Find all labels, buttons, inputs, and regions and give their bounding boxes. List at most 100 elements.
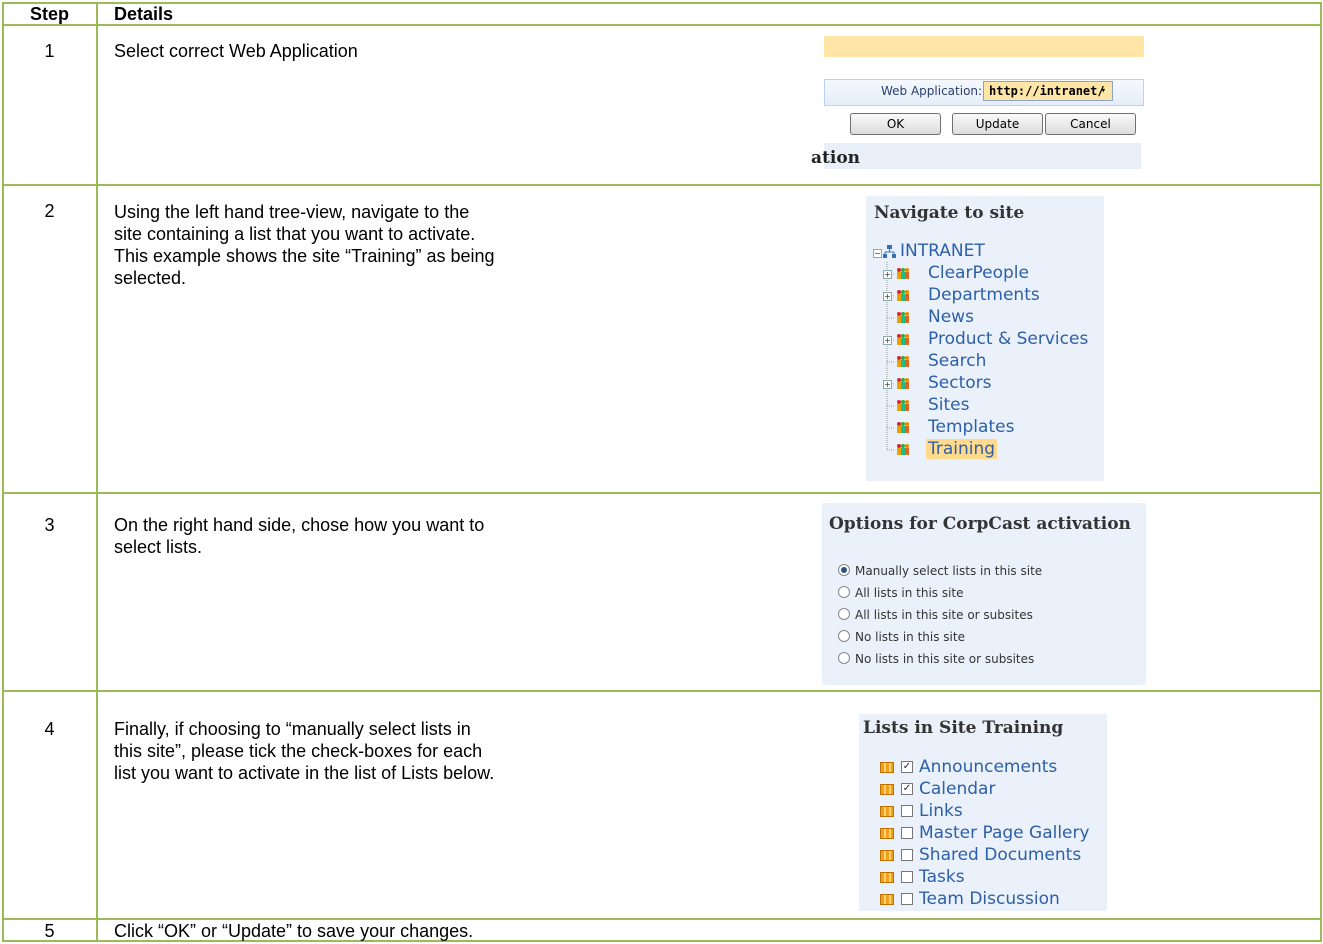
- step-4-text-line: this site”, please tick the check-boxes …: [114, 741, 483, 761]
- list-item-label: Team Discussion: [919, 889, 1060, 909]
- step-3-text-line: On the right hand side, chose how you wa…: [114, 515, 485, 535]
- network-icon: [883, 245, 896, 258]
- step-2-text-line: This example shows the site “Training” a…: [114, 246, 495, 266]
- panel-heading: Lists in Site Training: [863, 718, 1064, 738]
- tree-item-label: ClearPeople: [928, 263, 1029, 283]
- list-icon: [880, 894, 894, 905]
- plus-icon[interactable]: +: [883, 380, 892, 389]
- header-divider: [2, 24, 1320, 26]
- list-item-label: Links: [919, 801, 963, 821]
- activation-option[interactable]: No lists in this site or subsites: [838, 652, 1034, 666]
- option-label: All lists in this site: [855, 586, 964, 600]
- panel-heading: Options for CorpCast activation: [829, 514, 1131, 534]
- step-2-text-line: site containing a list that you want to …: [114, 224, 476, 244]
- tree-item-label: Sites: [928, 395, 970, 415]
- checkbox[interactable]: [901, 805, 913, 817]
- step-number: 1: [44, 41, 55, 61]
- activation-option[interactable]: Manually select lists in this site: [838, 564, 1042, 578]
- section-header-bar: [824, 143, 1141, 169]
- list-icon: [880, 850, 894, 861]
- step-number: 5: [44, 921, 55, 941]
- radio-button[interactable]: [838, 564, 850, 576]
- option-label: All lists in this site or subsites: [855, 608, 1033, 622]
- list-icon: [880, 872, 894, 883]
- list-icon: [880, 762, 894, 773]
- web-application-label: Web Application:: [881, 84, 983, 98]
- activation-option[interactable]: All lists in this site: [838, 586, 964, 600]
- tree-item-label: Sectors: [928, 373, 992, 393]
- checkbox[interactable]: [901, 893, 913, 905]
- highlight-band: [824, 36, 1144, 57]
- site-people-icon: [897, 334, 909, 345]
- step-5-text: Click “OK” or “Update” to save your chan…: [114, 921, 474, 941]
- radio-button[interactable]: [838, 652, 850, 664]
- chevron-down-icon: ▾: [1100, 86, 1106, 96]
- step-number: 3: [44, 515, 55, 535]
- radio-button[interactable]: [838, 586, 850, 598]
- list-item-label: Tasks: [919, 867, 965, 887]
- web-application-select[interactable]: http://intranet/ ▾: [983, 81, 1113, 101]
- row-divider-2: [2, 492, 1320, 494]
- plus-icon[interactable]: +: [883, 336, 892, 345]
- activation-option[interactable]: All lists in this site or subsites: [838, 608, 1033, 622]
- option-label: No lists in this site or subsites: [855, 652, 1035, 666]
- site-people-icon: [897, 268, 909, 279]
- minus-icon[interactable]: −: [873, 249, 882, 258]
- update-button[interactable]: Update: [952, 113, 1043, 135]
- checkbox[interactable]: ✓: [901, 761, 913, 773]
- instruction-table: Step Details 1 2 3 4 5 Select correct We…: [0, 0, 1323, 944]
- cancel-button[interactable]: Cancel: [1045, 113, 1136, 135]
- step-number: 4: [44, 719, 55, 739]
- checkbox[interactable]: [901, 849, 913, 861]
- tree-item-label: Search: [928, 351, 987, 371]
- step-3-text-line: select lists.: [114, 537, 203, 557]
- table-border-right: [1320, 2, 1322, 942]
- row-divider-3: [2, 690, 1320, 692]
- list-icon: [880, 806, 894, 817]
- web-application-value: http://intranet/: [989, 84, 1105, 98]
- site-people-icon: [897, 356, 909, 367]
- list-item-label: Shared Documents: [919, 845, 1082, 865]
- checkbox[interactable]: [901, 871, 913, 883]
- activation-option[interactable]: No lists in this site: [838, 630, 965, 644]
- list-item-label: Announcements: [919, 757, 1058, 777]
- tree-item-label: Training: [926, 439, 998, 459]
- list-item-label: Calendar: [919, 779, 996, 799]
- ok-button[interactable]: OK: [850, 113, 941, 135]
- tree-item-label: Departments: [928, 285, 1040, 305]
- list-icon: [880, 784, 894, 795]
- tree-item-label: Templates: [928, 417, 1015, 437]
- step-1-text: Select correct Web Application: [114, 41, 358, 61]
- step-number: 2: [44, 201, 55, 221]
- checkbox[interactable]: [901, 827, 913, 839]
- header-step: Step: [29, 4, 69, 24]
- navigate-to-site-panel: Navigate to site − INTRANET + ClearPeople…: [866, 196, 1104, 481]
- step-2-text-line: Using the left hand tree-view, navigate …: [114, 202, 470, 222]
- radio-button[interactable]: [838, 630, 850, 642]
- list-item-label: Master Page Gallery: [919, 823, 1090, 843]
- site-people-icon: [897, 400, 909, 411]
- plus-icon[interactable]: +: [883, 270, 892, 279]
- option-label: No lists in this site: [855, 630, 965, 644]
- lists-in-site-panel: Lists in Site Training ✓ Announcements ✓ Ca…: [859, 714, 1107, 911]
- site-people-icon: [897, 378, 909, 389]
- plus-icon[interactable]: +: [883, 292, 892, 301]
- tree-item-label: Product & Services: [928, 329, 1089, 349]
- list-icon: [880, 828, 894, 839]
- site-people-icon: [897, 312, 909, 323]
- checkbox[interactable]: ✓: [901, 783, 913, 795]
- option-label: Manually select lists in this site: [855, 564, 1043, 578]
- step-2-text-line: selected.: [114, 268, 187, 288]
- site-people-icon: [897, 422, 909, 433]
- table-border-left: [2, 2, 4, 942]
- step-4-text-line: Finally, if choosing to “manually select…: [114, 719, 471, 739]
- tree-root-label: INTRANET: [900, 241, 985, 261]
- row-divider-1: [2, 184, 1320, 186]
- column-divider: [96, 2, 98, 942]
- web-application-screenshot: Web Application: http://intranet/ ▾ OK U…: [811, 33, 1144, 170]
- radio-button[interactable]: [838, 608, 850, 620]
- site-people-icon: [897, 290, 909, 301]
- step-4-text-line: list you want to activate in the list of…: [114, 763, 495, 783]
- header-details: Details: [114, 4, 174, 24]
- activation-options-panel: Options for CorpCast activation Manually…: [822, 503, 1146, 685]
